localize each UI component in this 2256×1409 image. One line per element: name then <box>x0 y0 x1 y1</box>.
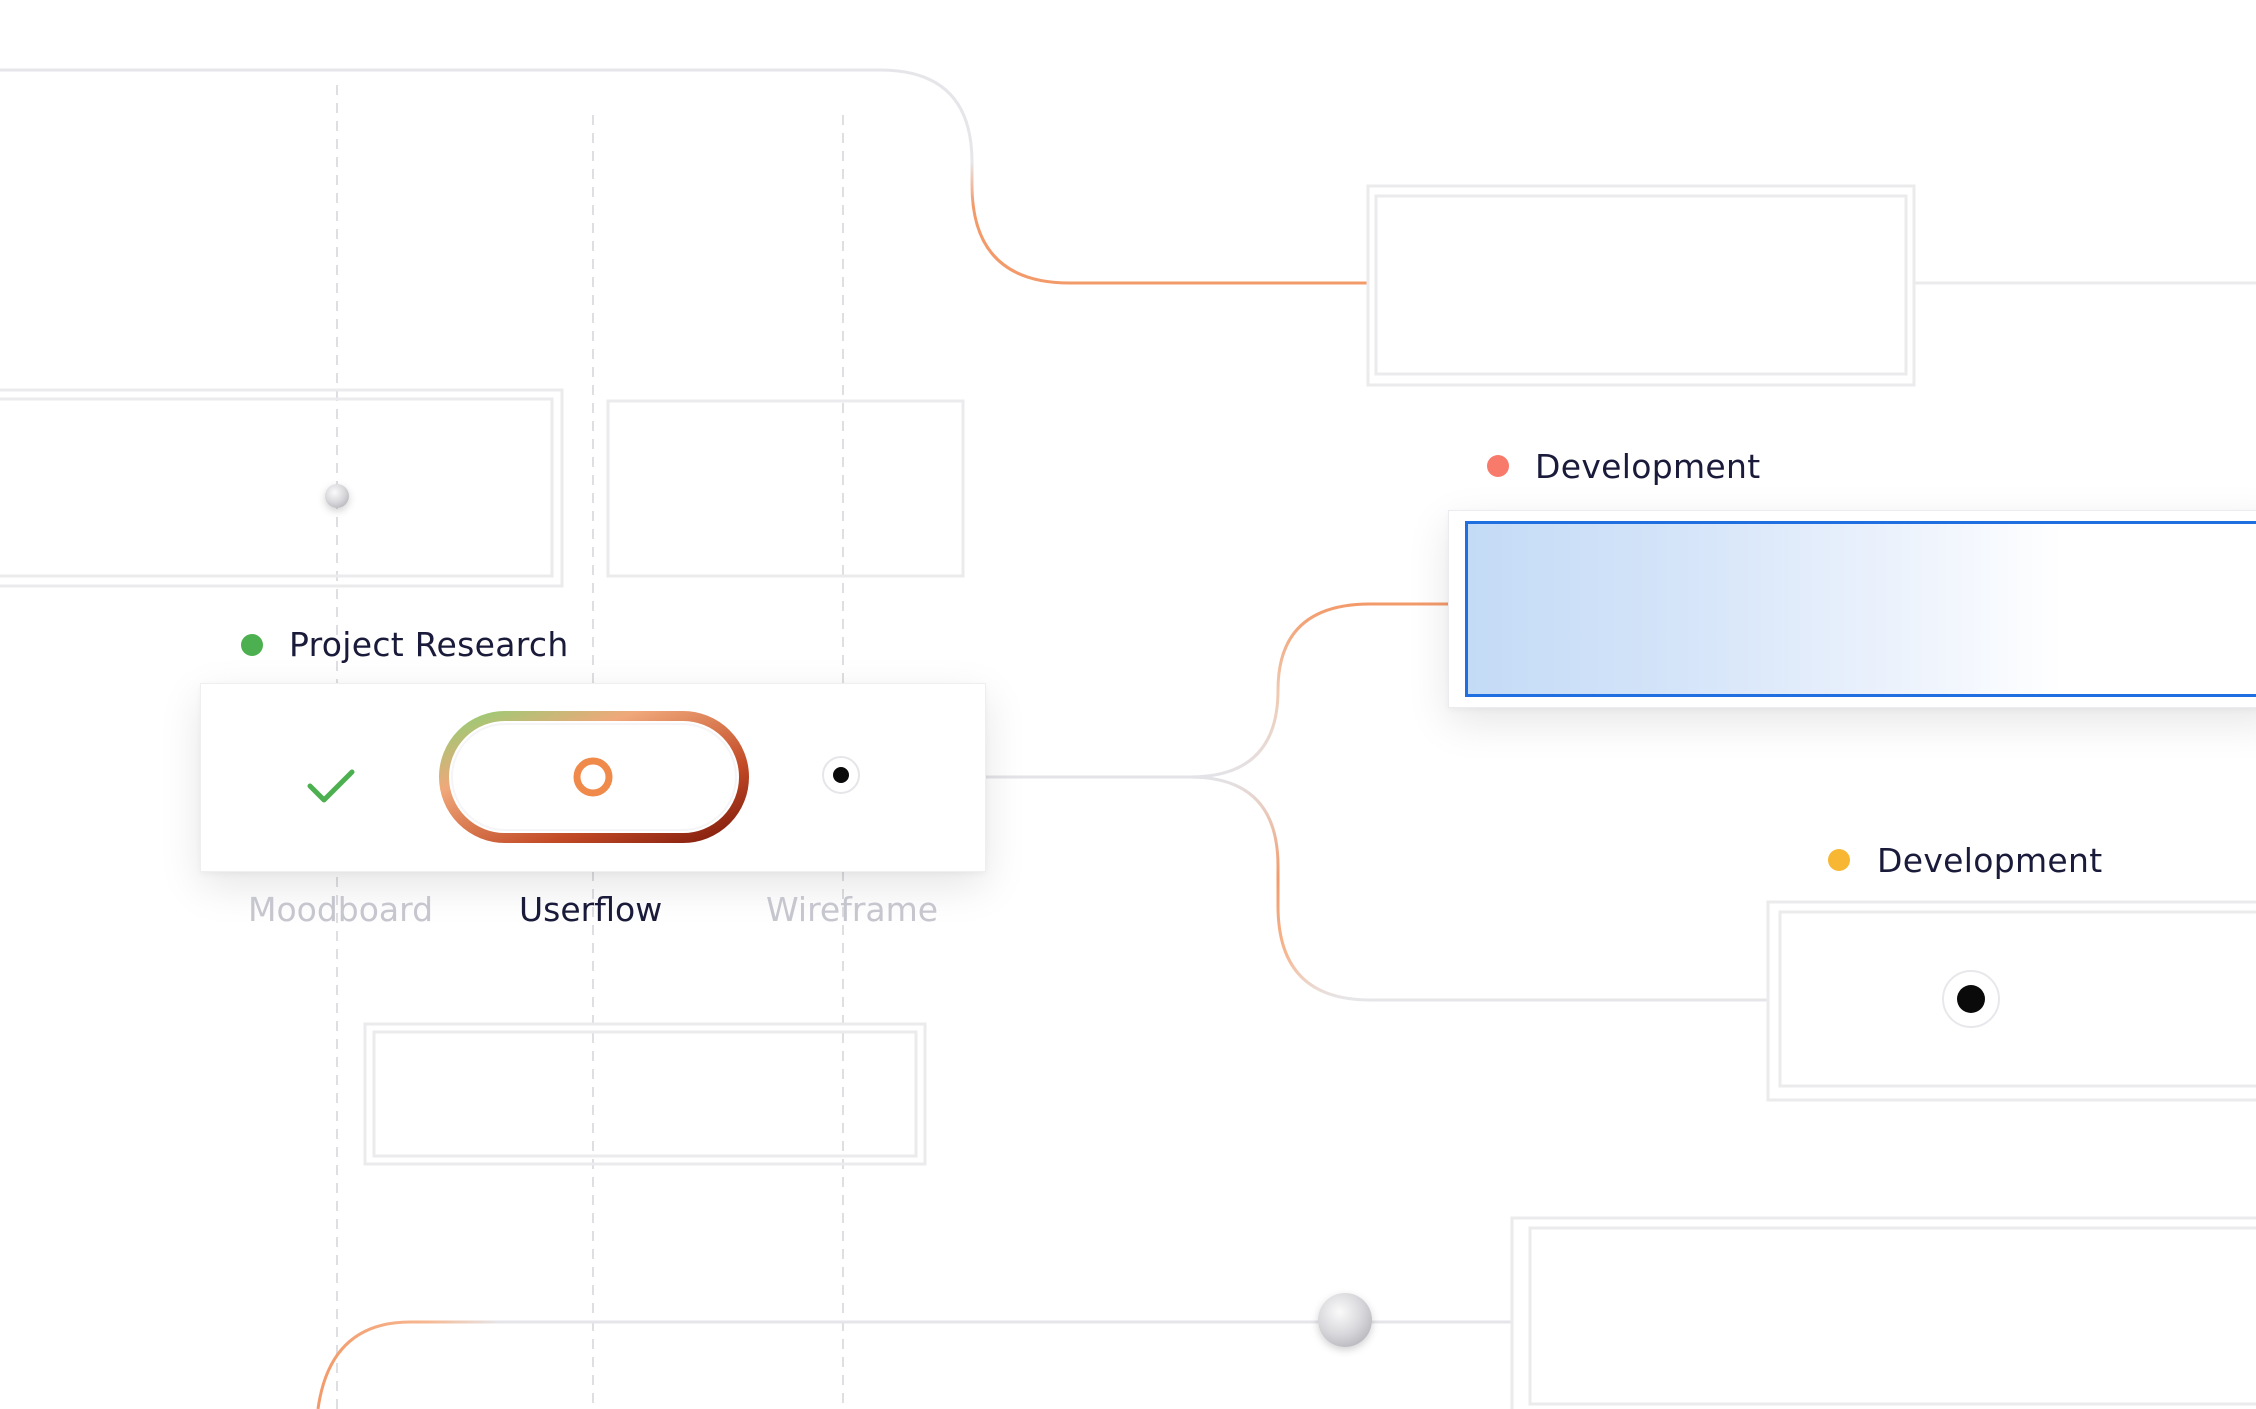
progress-ring-icon[interactable] <box>438 710 750 845</box>
placeholder-box-bottom-right-outer <box>1510 1216 2256 1409</box>
status-dot-development-primary <box>1487 455 1509 477</box>
diagram-canvas: Project Research Moodboard Userflow Wire… <box>0 0 2256 1409</box>
dev-secondary-node-dot <box>1957 985 1985 1013</box>
step-label-userflow[interactable]: Userflow <box>519 893 662 926</box>
placeholder-box-middle <box>606 399 965 578</box>
development-card[interactable] <box>1448 510 2256 708</box>
connector-top-gray <box>0 68 974 163</box>
placeholder-box-lower-inner <box>372 1030 918 1158</box>
placeholder-box-top-right-outer <box>1366 184 1916 387</box>
connector-top-orange <box>970 162 1370 285</box>
connector-bottom-knob <box>1318 1293 1372 1347</box>
step-label-moodboard[interactable]: Moodboard <box>248 893 433 926</box>
status-dot-development-secondary <box>1828 849 1850 871</box>
placeholder-box-left-outer <box>0 388 564 588</box>
guide-knob-small <box>325 484 349 508</box>
section-label-project-research: Project Research <box>289 625 569 664</box>
section-label-development-primary: Development <box>1535 447 1761 486</box>
step-label-wireframe[interactable]: Wireframe <box>766 893 938 926</box>
placeholder-box-dev-secondary-outer <box>1766 900 2256 1102</box>
placeholder-box-left-inner <box>0 397 554 578</box>
placeholder-box-lower-outer <box>363 1022 927 1166</box>
dot-icon[interactable] <box>818 752 864 798</box>
section-label-development-secondary: Development <box>1877 841 2103 880</box>
connector-branch-down <box>1189 775 1770 1002</box>
check-icon <box>306 766 356 806</box>
status-dot-project-research <box>241 634 263 656</box>
connector-branch-up <box>1189 602 1448 779</box>
development-card-progress-fill <box>1465 521 2256 697</box>
connector-bottom-curve <box>316 1320 500 1409</box>
